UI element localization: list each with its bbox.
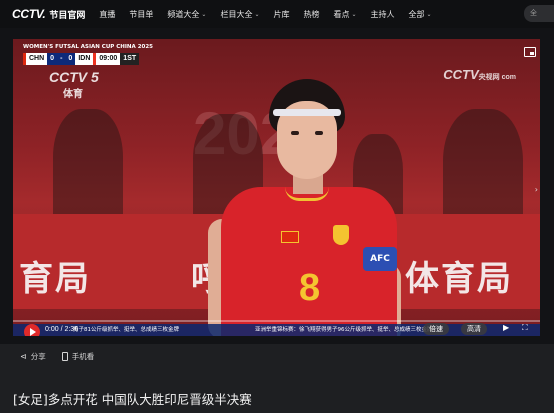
nav-item-library[interactable]: 片库 [273,9,289,20]
share-bar: ⊲ 分享 手机看 [0,344,554,368]
picture-in-picture-icon[interactable] [524,47,536,57]
nav-menu: 直播 节目单 频道大全 ⌄ 栏目大全 ⌄ 片库 热榜 看点 ⌄ 主持人 全部 ⌄ [99,9,445,20]
nav-item-columns[interactable]: 栏目大全 ⌄ [220,9,259,20]
top-nav: CCTV. 节目官网 直播 节目单 频道大全 ⌄ 栏目大全 ⌄ 片库 热榜 看点 ⌄ … [0,0,554,28]
volume-icon[interactable]: ▶ [503,323,509,332]
nav-item-hosts[interactable]: 主持人 [371,9,395,20]
logo-subtitle: 节目官网 [49,11,86,21]
search-input[interactable]: 全 [524,5,554,22]
match-clock: 09:00 [96,53,121,65]
time-display: 0:00 / 2:36 [45,326,79,333]
nav-item-label: 全部 [408,9,425,19]
nav-item-label: 看点 [333,9,350,19]
nav-item-hot[interactable]: 热榜 [303,9,319,20]
cameraman-figure [53,109,123,229]
china-flag-icon [281,231,299,243]
video-frame[interactable]: 2025 育局 呼和 体育局 8 AFC WOMEN'S FUTSAL ASIA… [13,39,540,336]
jersey-number: 8 [299,267,321,309]
speed-button[interactable]: 倍速 [423,323,449,335]
match-period: 1ST [120,53,140,65]
logo-cctv-text: CCTV. [12,7,46,21]
nav-item-label: 片库 [273,9,290,19]
nav-item-label: 直播 [99,9,116,19]
tournament-title: WOMEN'S FUTSAL ASIAN CUP CHINA 2025 [23,44,154,50]
nav-item-label: 主持人 [370,9,395,19]
ticker-text-right: 亚洲举重锦标赛：徐飞翔获得男子96公斤级抓举、挺举、总成绩三枚金牌 [255,327,433,333]
nav-item-channels[interactable]: 频道大全 ⌄ [167,9,206,20]
site-logo[interactable]: CCTV. 节目官网 [12,7,85,21]
nav-item-live[interactable]: 直播 [99,9,115,20]
channel-logo: CCTV 5 [49,69,99,85]
share-button[interactable]: ⊲ 分享 [20,351,46,362]
away-team: IDN [75,53,94,65]
channel-logo-sub: 体育 [63,89,83,100]
home-score: 0 [47,53,58,65]
progress-bar[interactable] [13,320,540,322]
banner-text-left: 育局 [19,259,91,299]
video-title: [女足]多点开花 中国队大胜印尼晋级半决赛 [13,392,252,407]
nav-item-schedule[interactable]: 节目单 [129,9,153,20]
share-label: 分享 [30,351,46,361]
nav-item-label: 节目单 [129,9,154,19]
home-team: CHN [26,53,48,65]
athlete-eye [291,131,299,135]
captain-armband: AFC [363,247,397,271]
away-score: 0 [65,53,76,65]
banner-text-right: 体育局 [405,259,513,299]
mobile-label: 手机看 [71,351,95,361]
nav-item-label: 频道大全 [167,9,200,19]
chevron-right-icon[interactable]: › [535,185,538,194]
cctv-watermark: CCTV央视网 com [443,67,516,82]
chevron-down-icon: ⌄ [426,10,432,18]
athlete-headband [273,109,341,116]
video-player: 2025 育局 呼和 体育局 8 AFC WOMEN'S FUTSAL ASIA… [0,28,554,344]
chevron-down-icon: ⌄ [351,10,357,18]
quality-button[interactable]: 高清 [461,323,487,335]
cfa-badge-icon [333,225,349,245]
nav-item-label: 热榜 [303,9,320,19]
watermark-text: CCTV [443,67,479,82]
mobile-phone-icon [61,351,68,361]
nav-item-label: 栏目大全 [220,9,253,19]
watch-on-mobile-button[interactable]: 手机看 [61,351,95,362]
chevron-down-icon: ⌄ [254,10,260,18]
duration: 2:36 [64,326,79,333]
scoreboard: CHN 0 - 0 IDN 09:00 1ST [23,53,140,65]
watermark-sub: 央视网 com [478,74,516,81]
share-icon: ⊲ [20,351,27,361]
current-time: 0:00 [45,326,59,333]
play-button[interactable] [24,324,40,336]
fullscreen-icon[interactable]: ⛶ [522,323,528,333]
athlete-figure: 8 AFC [203,79,403,336]
ticker-text-left: 男子81公斤级抓举、挺举、总成绩三枚金牌 [73,327,179,333]
chevron-down-icon: ⌄ [201,10,207,18]
athlete-eye [315,131,323,135]
nav-item-highlights[interactable]: 看点 ⌄ [333,9,356,20]
nav-item-all[interactable]: 全部 ⌄ [409,9,432,20]
score-separator: - [57,53,66,65]
